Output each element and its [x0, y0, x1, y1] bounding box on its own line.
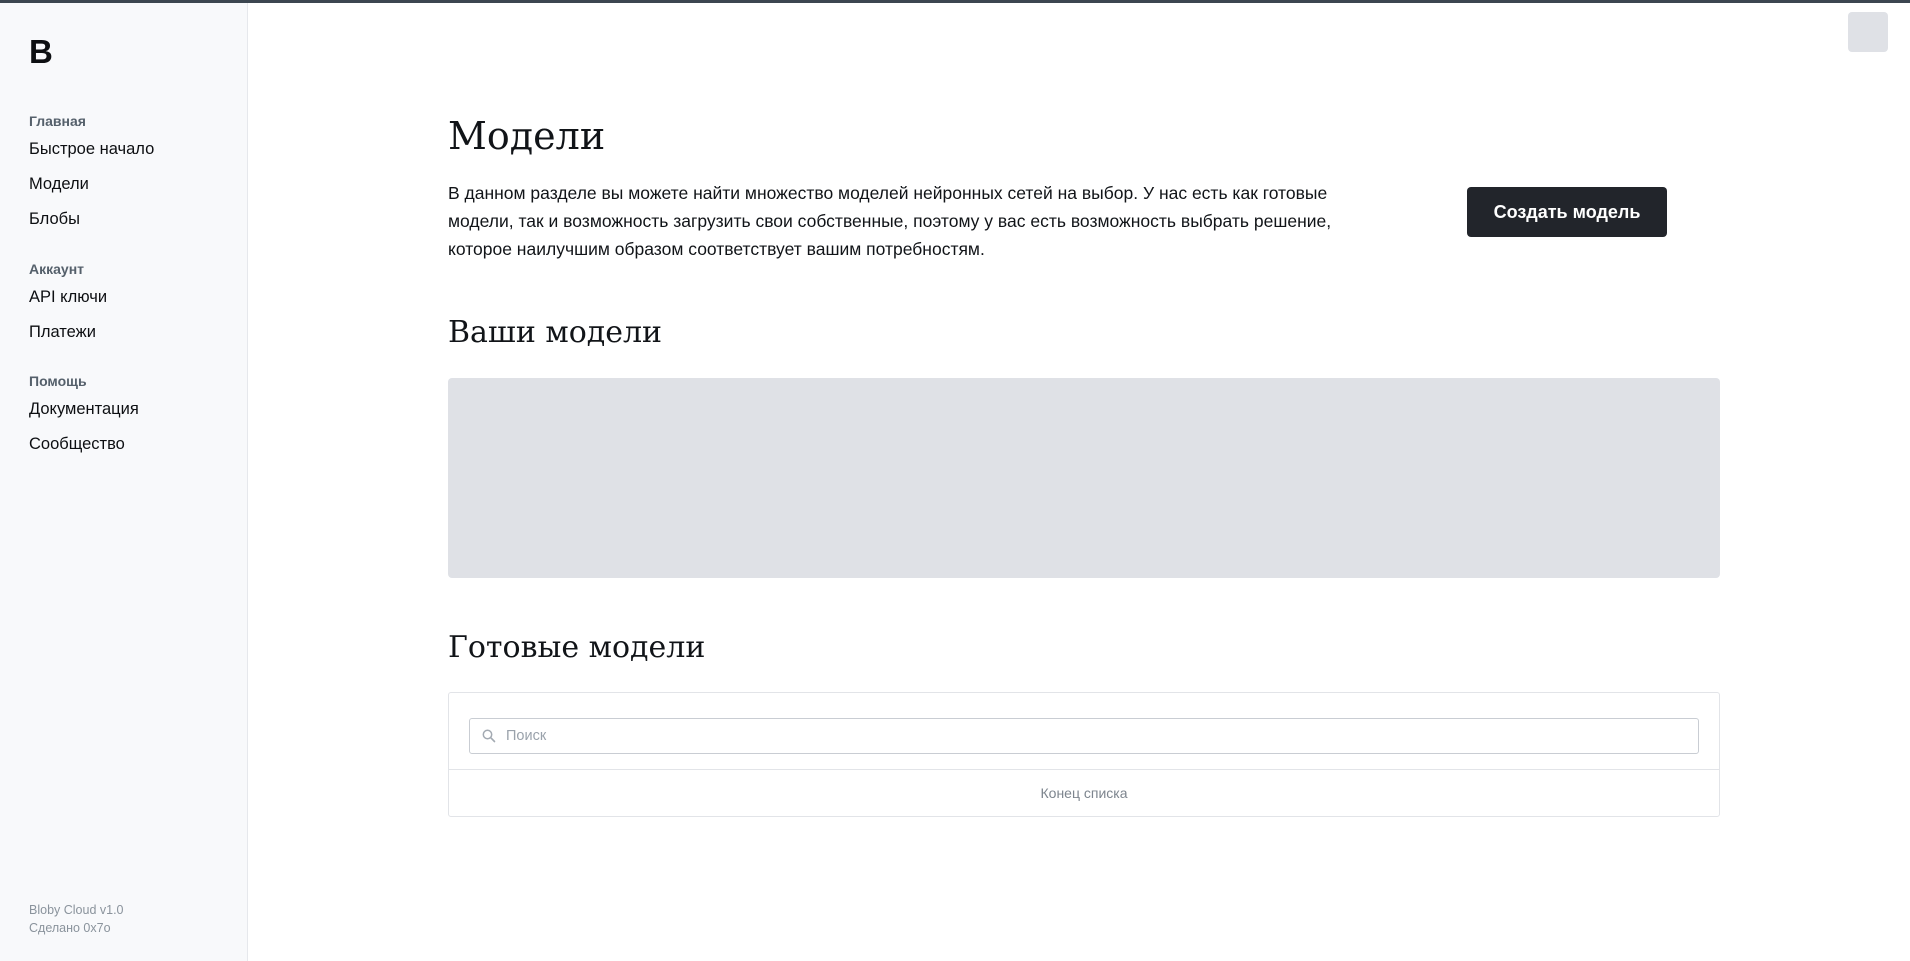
end-of-list-label: Конец списка [1040, 785, 1128, 801]
your-models-loading-placeholder [448, 378, 1720, 578]
search-icon [481, 728, 497, 744]
app-logo[interactable]: B [29, 33, 53, 71]
sidebar: B Главная Быстрое начало Модели Блобы Ак… [0, 3, 248, 961]
made-by-credit: Сделано 0x7o [29, 921, 111, 935]
sidebar-item-community[interactable]: Сообщество [29, 427, 239, 462]
nav-heading-main: Главная [29, 113, 86, 129]
page-description: В данном разделе вы можете найти множест… [448, 183, 1332, 259]
sidebar-item-blobs[interactable]: Блобы [29, 202, 239, 237]
list-divider [449, 769, 1719, 770]
nav-group-main: Главная Быстрое начало Модели Блобы [29, 110, 239, 237]
ready-models-list: Конец списка [448, 692, 1720, 817]
nav-group-account: Аккаунт API ключи Платежи [29, 258, 239, 350]
sidebar-item-models[interactable]: Модели [29, 167, 239, 202]
create-model-button[interactable]: Создать модель [1467, 187, 1667, 237]
sidebar-footer: Bloby Cloud v1.0 Сделано 0x7o [29, 901, 124, 937]
nav-heading-help: Помощь [29, 373, 87, 389]
nav-heading-account: Аккаунт [29, 261, 85, 277]
app-version: Bloby Cloud v1.0 [29, 903, 124, 917]
sidebar-item-payments[interactable]: Платежи [29, 315, 239, 350]
search-input[interactable] [506, 719, 1691, 753]
your-models-heading: Ваши модели [448, 315, 663, 350]
search-box[interactable] [469, 718, 1699, 754]
top-accent-bar [0, 0, 1910, 3]
ready-models-heading: Готовые модели [448, 630, 706, 665]
sidebar-item-documentation[interactable]: Документация [29, 392, 239, 427]
sidebar-item-quick-start[interactable]: Быстрое начало [29, 132, 239, 167]
page-title: Модели [448, 114, 606, 158]
user-avatar-button[interactable] [1848, 12, 1888, 52]
nav-group-help: Помощь Документация Сообщество [29, 370, 239, 462]
sidebar-item-api-keys[interactable]: API ключи [29, 280, 239, 315]
